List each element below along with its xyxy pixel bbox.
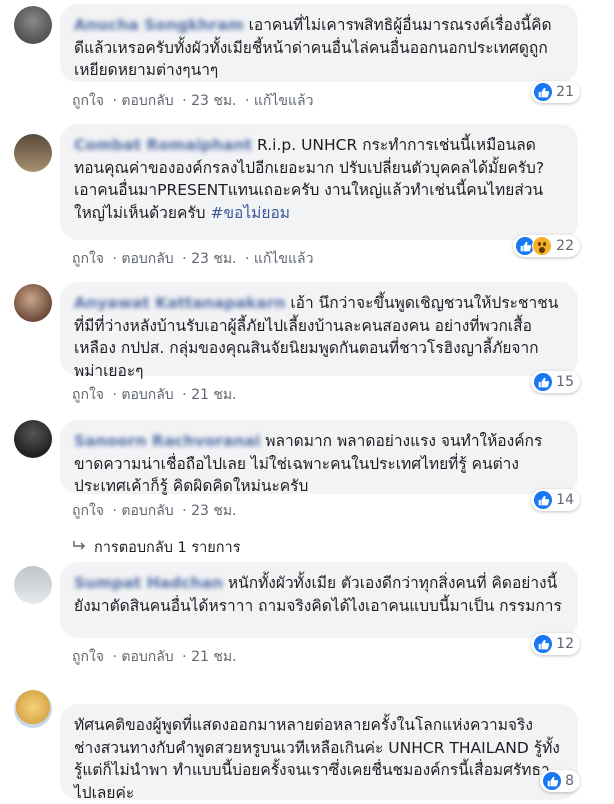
like-button[interactable]: ถูกใจ (72, 93, 104, 109)
like-button[interactable]: ถูกใจ (72, 649, 104, 665)
like-reaction-icon (534, 491, 553, 509)
like-reaction-icon (543, 772, 562, 790)
comment-author[interactable]: Anyawat Kattanapakarn (74, 294, 285, 312)
reply-button[interactable]: ตอบกลับ (121, 251, 173, 267)
comment-bubble: Sumpat Hadchan หนักทั้งผัวทั้งเมีย ตัวเอ… (60, 562, 578, 638)
comment-time[interactable]: 21 ชม. (191, 387, 236, 403)
comment-text: ทัศนคติของผู้พูดที่แสดงออกมาหลายต่อหลายค… (74, 716, 560, 802)
reply-button[interactable]: ตอบกลับ (121, 649, 173, 665)
hashtag-link[interactable]: #ขอไม่ยอม (210, 204, 290, 222)
comment-author[interactable]: Sumpat Hadchan (74, 574, 223, 592)
comment-bubble: Combat Romaiphant R.i.p. UNHCR กระทำการเ… (60, 124, 578, 240)
avatar[interactable] (14, 134, 52, 172)
comment-time[interactable]: 23 ชม. (191, 93, 236, 109)
view-replies-label[interactable]: การตอบกลับ 1 รายการ (94, 536, 241, 559)
reaction-count: 8 (565, 773, 574, 789)
like-reaction-icon (534, 373, 553, 391)
comment-author[interactable]: Anucha Songkhram (74, 16, 244, 34)
edited-label[interactable]: แก้ไขแล้ว (254, 93, 314, 109)
avatar[interactable] (14, 690, 52, 728)
edited-label[interactable]: แก้ไขแล้ว (254, 251, 314, 267)
like-button[interactable]: ถูกใจ (72, 503, 104, 519)
reaction-summary[interactable]: 22 (513, 235, 580, 257)
reaction-summary[interactable]: 8 (540, 770, 580, 792)
reaction-count: 21 (556, 84, 574, 100)
reaction-summary[interactable]: 14 (531, 489, 580, 511)
like-reaction-icon (534, 635, 553, 653)
reaction-count: 14 (556, 492, 574, 508)
reply-button[interactable]: ตอบกลับ (121, 503, 173, 519)
view-replies-link[interactable]: การตอบกลับ 1 รายการ (72, 536, 241, 559)
avatar[interactable] (14, 284, 52, 322)
comment-actions: ถูกใจ · ตอบกลับ · 23 ชม. · แก้ไขแล้ว (72, 251, 314, 267)
comment-author[interactable]: Sanoorn Rachvoranai (74, 432, 260, 450)
comment-actions: ถูกใจ · ตอบกลับ · 23 ชม. · แก้ไขแล้ว (72, 93, 314, 109)
comment-actions: ถูกใจ · ตอบกลับ · 23 ชม. (72, 503, 237, 519)
avatar[interactable] (14, 6, 52, 44)
reply-button[interactable]: ตอบกลับ (121, 93, 173, 109)
comment-actions: ถูกใจ · ตอบกลับ · 21 ชม. (72, 649, 237, 665)
like-reaction-icon (534, 83, 553, 101)
avatar[interactable] (14, 566, 52, 604)
comment-bubble: Anyawat Kattanapakarn เอ้า นึกว่าจะขึ้นพ… (60, 282, 578, 380)
reaction-summary[interactable]: 21 (531, 81, 580, 103)
comment-bubble: Anucha Songkhram เอาคนที่ไม่เคารพสิทธิผู… (60, 4, 578, 82)
comment-bubble: Sanoorn Rachvoranai พลาดมาก พลาดอย่างแรง… (60, 420, 578, 495)
like-button[interactable]: ถูกใจ (72, 251, 104, 267)
reaction-count: 15 (556, 374, 574, 390)
reaction-count: 12 (556, 636, 574, 652)
comment-actions: ถูกใจ · ตอบกลับ · 21 ชม. (72, 387, 237, 403)
comment-time[interactable]: 23 ชม. (191, 251, 236, 267)
comment-time[interactable]: 23 ชม. (191, 503, 236, 519)
reaction-summary[interactable]: 12 (531, 633, 580, 655)
reaction-summary[interactable]: 15 (531, 371, 580, 393)
reply-button[interactable]: ตอบกลับ (121, 387, 173, 403)
reaction-count: 22 (556, 238, 574, 254)
comment-time[interactable]: 21 ชม. (191, 649, 236, 665)
avatar[interactable] (14, 420, 52, 458)
wow-reaction-icon (532, 236, 553, 256)
comment-author[interactable]: Combat Romaiphant (74, 136, 252, 154)
reply-arrow-icon (72, 540, 88, 556)
like-button[interactable]: ถูกใจ (72, 387, 104, 403)
